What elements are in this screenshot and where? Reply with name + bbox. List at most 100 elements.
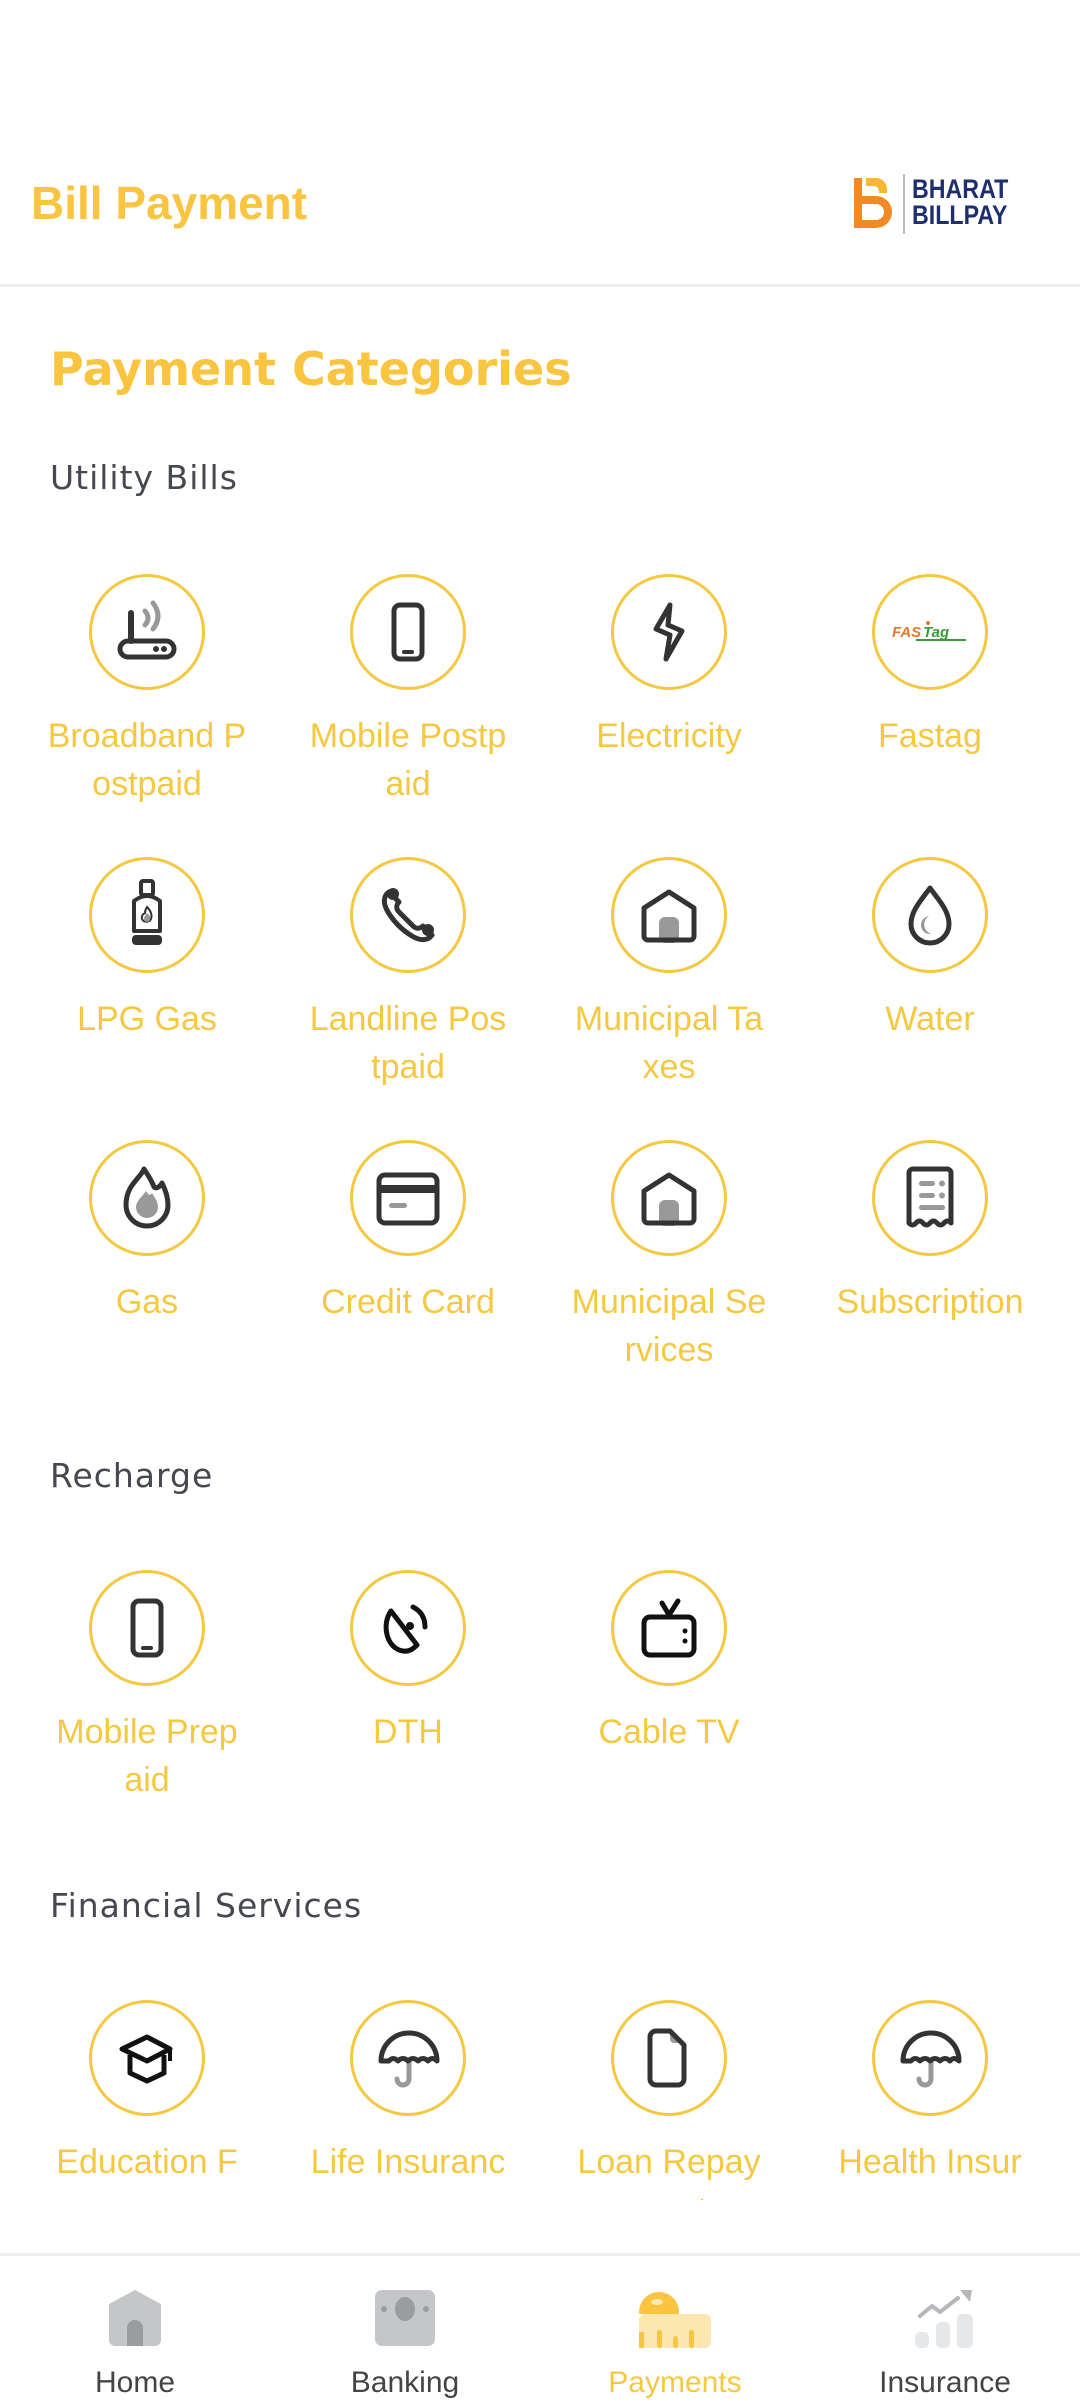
logo-line-1: BHARAT (912, 174, 1009, 204)
bottom-navigation: Home Banking Payments Insurance (0, 2253, 1080, 2400)
category-label: Broadband Postpaid (47, 717, 247, 803)
category-cable-tv[interactable]: Cable TV (549, 1570, 789, 1756)
measuring-tape-icon (639, 2292, 711, 2348)
category-icon-circle (350, 1570, 466, 1686)
nav-label: Payments (608, 2366, 742, 2399)
category-fastag[interactable]: FAS Tag Fastag (810, 574, 1050, 760)
category-icon-circle (350, 2000, 466, 2116)
category-icon-circle (611, 857, 727, 973)
flame-icon (123, 1166, 171, 1229)
category-label: Mobile Prepaid (56, 1713, 238, 1799)
category-mobile-postpaid[interactable]: Mobile Postpaid (288, 574, 528, 808)
nav-item-payments[interactable]: Payments (540, 2256, 810, 2403)
category-label: Credit Card (321, 1283, 495, 1321)
category-label: Municipal Services (571, 1283, 767, 1369)
category-label: Mobile Postpaid (309, 717, 507, 803)
category-label: Fastag (878, 717, 982, 755)
category-label: Municipal Taxes (574, 1000, 764, 1086)
category-life-insurance[interactable]: Life Insurance (288, 2000, 528, 2200)
category-dth[interactable]: DTH (288, 1570, 528, 1756)
bharat-billpay-logo: BHARAT BILLPAY (850, 170, 1040, 240)
category-icon-circle (611, 574, 727, 690)
category-icon-circle (89, 1570, 205, 1686)
app-header: Bill Payment BHARAT BILLPAY (0, 0, 1080, 287)
credit-card-icon (376, 1172, 440, 1226)
category-icon-circle (350, 574, 466, 690)
category-icon-circle (872, 1140, 988, 1256)
category-label: Life Insurance (310, 2143, 506, 2200)
umbrella-icon (900, 2030, 962, 2088)
tv-icon (641, 1598, 697, 1658)
category-label: Loan Repayment (577, 2143, 761, 2200)
category-icon-circle (872, 857, 988, 973)
page-title: Bill Payment (31, 177, 308, 229)
document-icon (647, 2028, 687, 2088)
growth-chart-icon (915, 2290, 973, 2348)
satellite-dish-icon (383, 1604, 428, 1654)
water-drop-icon (908, 885, 952, 946)
router-icon (117, 600, 177, 660)
category-credit-card[interactable]: Credit Card (288, 1140, 528, 1326)
bharat-billpay-b-icon (854, 178, 892, 228)
category-icon-circle (89, 1140, 205, 1256)
category-icon-circle (89, 857, 205, 973)
category-health-insurance[interactable]: Health Insurance (810, 2000, 1050, 2200)
mobile-phone-icon (130, 1598, 164, 1658)
category-icon-circle: FAS Tag (872, 574, 988, 690)
nav-item-home[interactable]: Home (0, 2256, 270, 2403)
group-title-utility-bills: Utility Bills (50, 458, 238, 497)
category-label: Gas (115, 1283, 179, 1321)
category-electricity[interactable]: Electricity (549, 574, 789, 760)
category-label: Education Fees (56, 2143, 238, 2200)
category-label: Electricity (596, 717, 742, 755)
svg-text:Tag: Tag (923, 624, 949, 641)
home-icon (109, 2290, 161, 2346)
category-icon-circle (89, 574, 205, 690)
categories-scroll-area[interactable]: Payment Categories Utility Bills Broadba… (0, 290, 1080, 2200)
category-label: Subscription (836, 1283, 1024, 1321)
nav-label: Banking (350, 2366, 460, 2399)
receipt-icon (906, 1166, 954, 1228)
category-icon-circle (611, 1140, 727, 1256)
category-lpg-gas[interactable]: LPG Gas (27, 857, 267, 1043)
category-icon-circle (611, 1570, 727, 1686)
nav-item-banking[interactable]: Banking (270, 2256, 540, 2403)
lightning-bolt-icon (653, 602, 685, 662)
category-landline-postpaid[interactable]: Landline Postpaid (288, 857, 528, 1091)
graduation-cap-icon (119, 2034, 173, 2084)
category-municipal-services[interactable]: Municipal Services (549, 1140, 789, 1374)
group-title-recharge: Recharge (50, 1456, 214, 1495)
category-label: Cable TV (598, 1713, 740, 1751)
category-label: DTH (373, 1713, 443, 1751)
mobile-phone-icon (391, 602, 425, 662)
logo-line-2: BILLPAY (912, 200, 1008, 230)
house-icon (641, 889, 697, 943)
logo-separator (903, 174, 905, 234)
category-broadband-postpaid[interactable]: Broadband Postpaid (27, 574, 267, 808)
category-label: Water (885, 1000, 975, 1038)
svg-text:FAS: FAS (892, 624, 921, 641)
gas-cylinder-icon (132, 879, 162, 945)
category-icon-circle (872, 2000, 988, 2116)
house-icon (641, 1172, 697, 1226)
telephone-icon (381, 888, 435, 943)
category-label: Landline Postpaid (309, 1000, 507, 1086)
category-water[interactable]: Water (810, 857, 1050, 1043)
category-loan-repayment[interactable]: Loan Repayment (549, 2000, 789, 2200)
category-icon-circle (350, 1140, 466, 1256)
category-label: Health Insurance (838, 2143, 1022, 2200)
category-gas[interactable]: Gas (27, 1140, 267, 1326)
category-icon-circle (611, 2000, 727, 2116)
fastag-logo-icon: FAS Tag (892, 621, 966, 641)
category-label: LPG Gas (77, 1000, 217, 1038)
category-icon-circle (350, 857, 466, 973)
group-title-financial-services: Financial Services (50, 1886, 363, 1925)
category-education-fees[interactable]: Education Fees (27, 2000, 267, 2200)
nav-item-insurance[interactable]: Insurance (810, 2256, 1080, 2403)
category-icon-circle (89, 2000, 205, 2116)
category-mobile-prepaid[interactable]: Mobile Prepaid (27, 1570, 267, 1804)
category-municipal-taxes[interactable]: Municipal Taxes (549, 857, 789, 1091)
logo-text: BHARAT BILLPAY (912, 174, 1009, 230)
category-subscription[interactable]: Subscription (810, 1140, 1050, 1326)
banknote-icon (375, 2290, 435, 2346)
